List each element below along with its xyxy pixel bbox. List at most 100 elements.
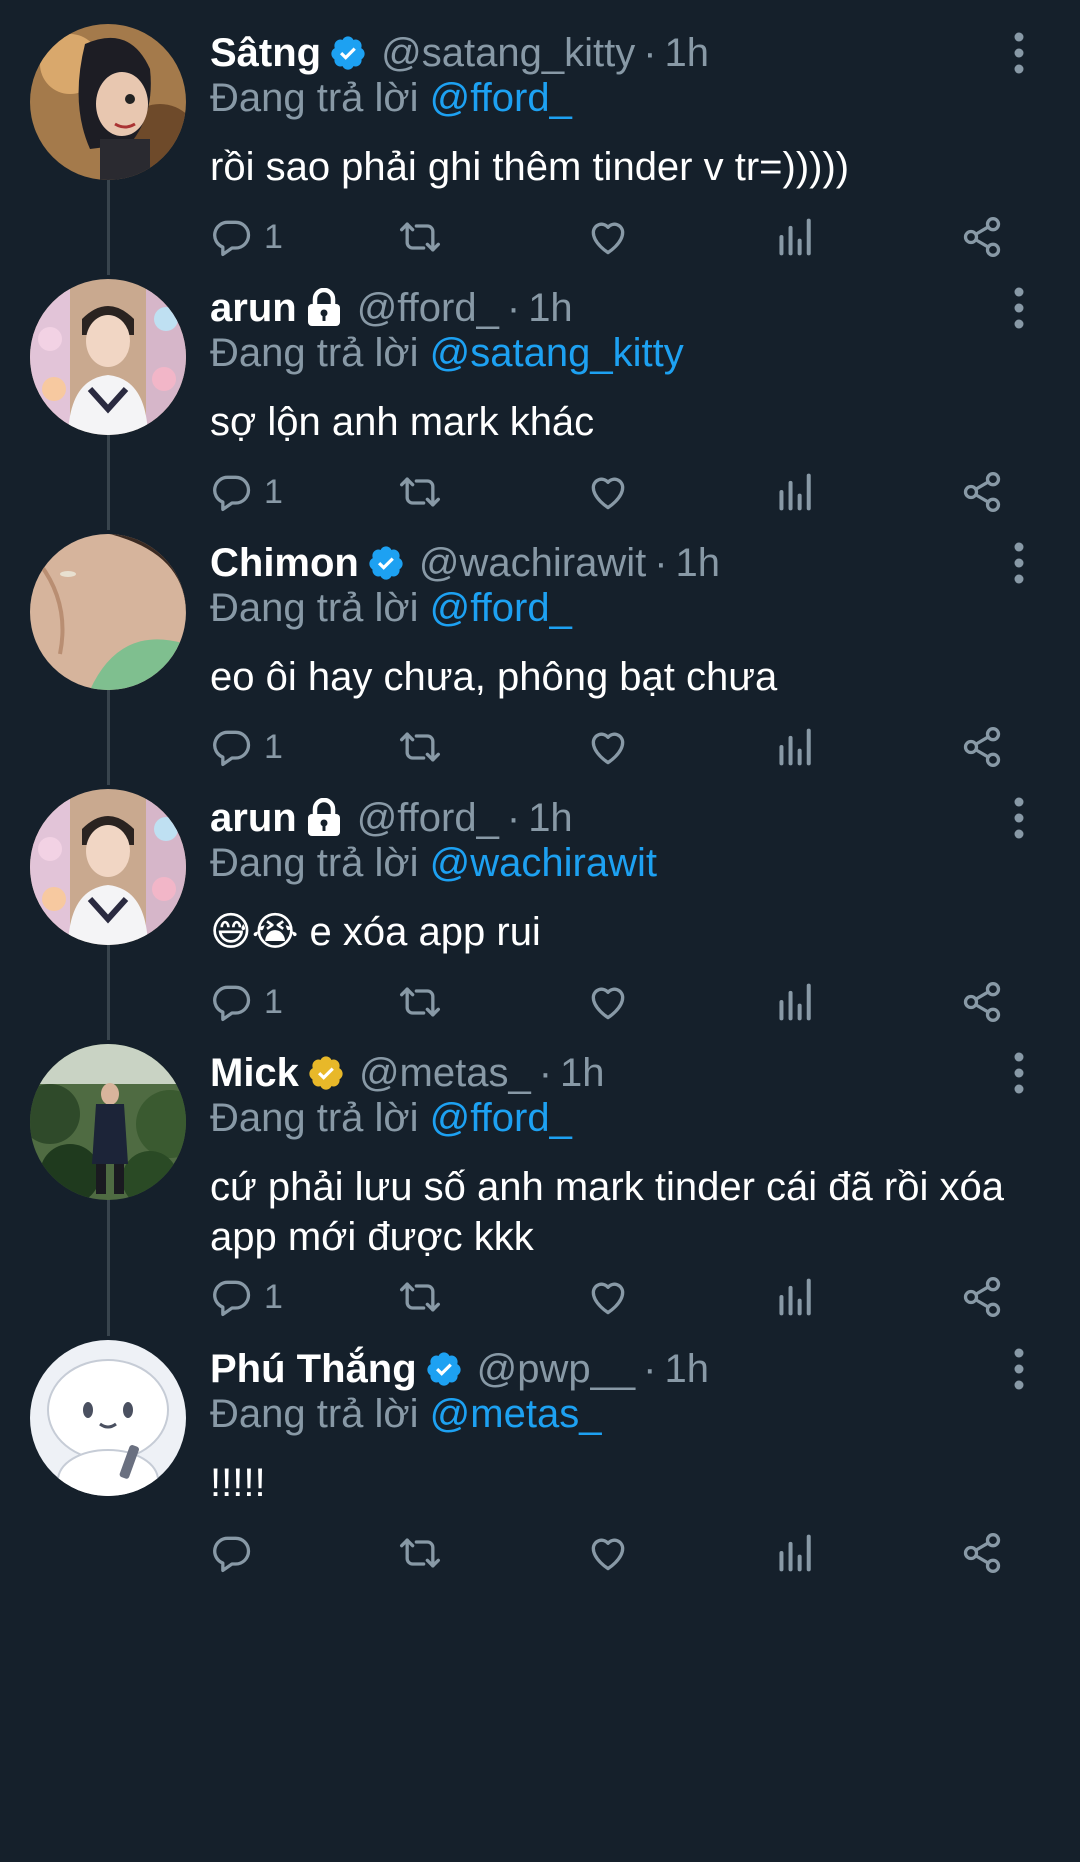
more-options-button[interactable] [1004, 1050, 1034, 1096]
share-icon [960, 470, 1004, 514]
retweet-icon [396, 725, 444, 769]
analytics-icon [776, 470, 816, 514]
retweet-button[interactable] [396, 1523, 444, 1583]
like-button[interactable] [586, 717, 630, 777]
analytics-button[interactable] [776, 1267, 816, 1327]
avatar[interactable] [30, 24, 186, 180]
retweet-icon [396, 215, 444, 259]
mention-link[interactable]: @metas_ [430, 1392, 602, 1436]
more-icon [1014, 1052, 1024, 1094]
share-button[interactable] [960, 1267, 1004, 1327]
retweet-button[interactable] [396, 972, 444, 1032]
tweet-header: Phú Thắng @pwp__ · 1h [210, 1344, 709, 1394]
like-button[interactable] [586, 207, 630, 267]
share-button[interactable] [960, 207, 1004, 267]
more-options-button[interactable] [1004, 30, 1034, 76]
display-name[interactable]: Phú Thắng [210, 1347, 417, 1392]
replying-to-label: Đang trả lời [210, 1096, 419, 1140]
user-handle[interactable]: @fford_ [357, 286, 499, 331]
action-bar: 1 [0, 207, 1080, 267]
user-handle[interactable]: @wachirawit [419, 541, 646, 586]
avatar[interactable] [30, 1340, 186, 1496]
reply-count: 1 [264, 1277, 283, 1316]
tweet-text: sợ lộn anh mark khác [210, 400, 595, 444]
reply-button[interactable]: 1 [210, 207, 283, 267]
more-options-button[interactable] [1004, 540, 1034, 586]
tweet[interactable]: Sâtng @satang_kitty · 1h Đang trả lời @f… [0, 22, 1080, 267]
reply-button[interactable] [210, 1523, 264, 1583]
timestamp: 1h [560, 1050, 605, 1095]
action-bar [0, 1523, 1080, 1583]
display-name[interactable]: Mick [210, 1051, 299, 1096]
reply-button[interactable]: 1 [210, 1267, 283, 1327]
more-options-button[interactable] [1004, 1346, 1034, 1392]
analytics-button[interactable] [776, 207, 816, 267]
retweet-icon [396, 1275, 444, 1319]
display-name[interactable]: arun [210, 796, 297, 841]
like-icon [586, 1531, 630, 1575]
retweet-button[interactable] [396, 207, 444, 267]
reply-thread: Sâtng @satang_kitty · 1h Đang trả lời @f… [0, 0, 1080, 1862]
user-handle[interactable]: @pwp__ [477, 1347, 635, 1392]
like-icon [586, 1275, 630, 1319]
user-handle[interactable]: @satang_kitty [381, 31, 635, 76]
lock-icon [305, 288, 343, 328]
separator-dot: · [643, 30, 657, 75]
reply-icon [210, 980, 254, 1024]
avatar[interactable] [30, 279, 186, 435]
display-name[interactable]: arun [210, 286, 297, 331]
mention-link[interactable]: @fford_ [430, 586, 572, 630]
replying-to-label: Đang trả lời [210, 1392, 419, 1436]
analytics-button[interactable] [776, 972, 816, 1032]
like-button[interactable] [586, 1523, 630, 1583]
like-button[interactable] [586, 972, 630, 1032]
tweet[interactable]: Mick @metas_ · 1h Đang trả lời @fford_ c… [0, 1042, 1080, 1327]
analytics-button[interactable] [776, 462, 816, 522]
user-handle[interactable]: @metas_ [359, 1051, 531, 1096]
retweet-button[interactable] [396, 462, 444, 522]
tweet[interactable]: arun @fford_ · 1h Đang trả lời @satang_k… [0, 277, 1080, 522]
avatar[interactable] [30, 534, 186, 690]
share-button[interactable] [960, 972, 1004, 1032]
display-name[interactable]: Sâtng [210, 31, 321, 76]
mention-link[interactable]: @fford_ [430, 76, 572, 120]
tweet-header: arun @fford_ · 1h [210, 283, 573, 333]
timestamp: 1h [664, 1346, 709, 1391]
tweet-text: eo ôi hay chưa, phông bạt chưa [210, 655, 778, 699]
tweet-header: Chimon @wachirawit · 1h [210, 538, 720, 588]
more-options-button[interactable] [1004, 795, 1034, 841]
tweet[interactable]: Chimon @wachirawit · 1h Đang trả lời @ff… [0, 532, 1080, 777]
reply-button[interactable]: 1 [210, 717, 283, 777]
verified-icon [367, 544, 405, 582]
reply-button[interactable]: 1 [210, 462, 283, 522]
more-options-button[interactable] [1004, 285, 1034, 331]
retweet-button[interactable] [396, 717, 444, 777]
reply-button[interactable]: 1 [210, 972, 283, 1032]
share-button[interactable] [960, 1523, 1004, 1583]
share-button[interactable] [960, 462, 1004, 522]
tweet-text: cứ phải lưu số anh mark tinder cái đã rồ… [210, 1165, 1004, 1259]
display-name[interactable]: Chimon [210, 541, 359, 586]
like-button[interactable] [586, 462, 630, 522]
mention-link[interactable]: @satang_kitty [430, 331, 684, 375]
mention-link[interactable]: @fford_ [430, 1096, 572, 1140]
analytics-button[interactable] [776, 717, 816, 777]
mention-link[interactable]: @wachirawit [430, 841, 657, 885]
analytics-button[interactable] [776, 1523, 816, 1583]
tweet-text: rồi sao phải ghi thêm tinder v tr=))))) [210, 145, 850, 189]
avatar[interactable] [30, 789, 186, 945]
analytics-icon [776, 725, 816, 769]
avatar[interactable] [30, 1044, 186, 1200]
share-button[interactable] [960, 717, 1004, 777]
share-icon [960, 980, 1004, 1024]
replying-to-label: Đang trả lời [210, 331, 419, 375]
user-handle[interactable]: @fford_ [357, 796, 499, 841]
replying-to: Đang trả lời @fford_ [210, 1096, 572, 1141]
tweet[interactable]: Phú Thắng @pwp__ · 1h Đang trả lời @meta… [0, 1338, 1080, 1583]
replying-to-label: Đang trả lời [210, 586, 419, 630]
tweet-header: Sâtng @satang_kitty · 1h [210, 28, 709, 78]
tweet[interactable]: arun @fford_ · 1h Đang trả lời @wachiraw… [0, 787, 1080, 1032]
retweet-button[interactable] [396, 1267, 444, 1327]
verified-icon [329, 34, 367, 72]
like-button[interactable] [586, 1267, 630, 1327]
